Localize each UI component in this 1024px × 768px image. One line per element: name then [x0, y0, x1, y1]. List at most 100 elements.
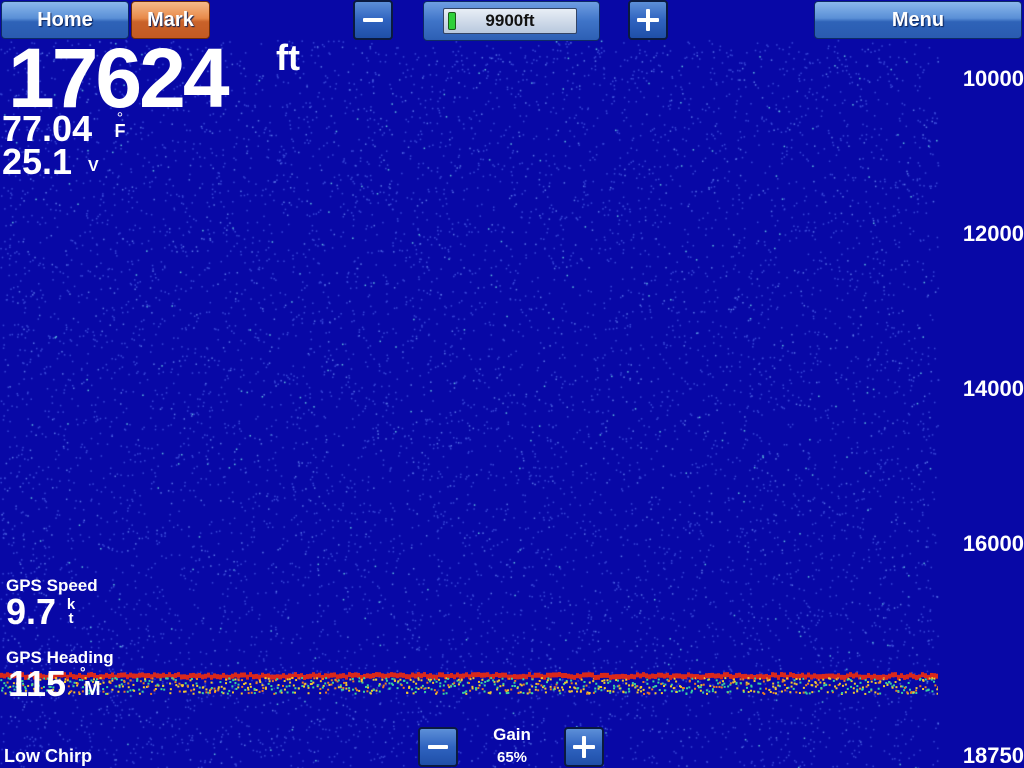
- bottom-return-speckle: [817, 690, 820, 693]
- bottom-return-strong: [618, 674, 621, 680]
- bottom-return-strong: [867, 673, 870, 679]
- bottom-return-speckle: [345, 681, 348, 684]
- bottom-return-speckle: [750, 685, 753, 688]
- bottom-return-strong: [210, 674, 213, 680]
- bottom-return-strong: [390, 672, 393, 678]
- bottom-return-strong: [3, 673, 6, 679]
- gain-minus-button[interactable]: [418, 727, 458, 767]
- bottom-return-strong: [780, 672, 783, 678]
- bottom-return-speckle: [469, 678, 472, 681]
- bottom-return-strong: [633, 674, 636, 680]
- bottom-return-strong: [267, 673, 270, 679]
- bottom-return-strong: [369, 673, 372, 679]
- bottom-return-strong: [279, 674, 282, 680]
- bottom-return-speckle: [846, 678, 849, 681]
- bottom-return-speckle: [120, 683, 123, 686]
- bottom-return-speckle: [633, 683, 636, 686]
- bottom-return-speckle: [724, 677, 727, 680]
- range-control[interactable]: 9900ft: [423, 1, 600, 41]
- bottom-return-speckle: [886, 683, 889, 686]
- bottom-return-speckle: [378, 684, 381, 687]
- bottom-return-speckle: [652, 686, 655, 689]
- bottom-return-speckle: [906, 691, 909, 694]
- bottom-return-speckle: [708, 678, 711, 681]
- bottom-return-strong: [327, 673, 330, 679]
- bottom-return-speckle: [465, 692, 468, 695]
- bottom-return-speckle: [433, 689, 436, 692]
- bottom-return-speckle: [153, 689, 156, 692]
- bottom-return-strong: [891, 672, 894, 678]
- bottom-return-strong: [831, 673, 834, 679]
- bottom-return-strong: [213, 673, 216, 679]
- bottom-return-speckle: [832, 679, 835, 682]
- bottom-return-strong: [237, 673, 240, 679]
- bottom-return-speckle: [861, 688, 864, 691]
- range-minus-button[interactable]: [353, 0, 393, 40]
- sonar-frequency-label: Low Chirp: [4, 746, 92, 766]
- bottom-return-speckle: [367, 686, 370, 689]
- bottom-return-strong: [498, 673, 501, 679]
- bottom-return-speckle: [327, 688, 330, 691]
- bottom-return-speckle: [594, 690, 597, 693]
- bottom-return-speckle: [298, 677, 301, 680]
- bottom-return-speckle: [663, 689, 666, 692]
- range-plus-button[interactable]: [628, 0, 668, 40]
- bottom-return-strong: [909, 672, 912, 678]
- bottom-return-speckle: [585, 692, 588, 695]
- menu-button[interactable]: Menu: [814, 1, 1022, 39]
- bottom-return-speckle: [307, 692, 310, 695]
- bottom-return-strong: [585, 672, 588, 678]
- bottom-return-strong: [648, 674, 651, 680]
- bottom-return-speckle: [478, 684, 481, 687]
- bottom-return-speckle: [192, 684, 195, 687]
- bottom-return-speckle: [303, 685, 306, 688]
- bottom-return-speckle: [123, 679, 126, 682]
- bottom-return-speckle: [852, 687, 855, 690]
- bottom-return-speckle: [892, 684, 895, 687]
- voltage-value: 25.1: [2, 141, 73, 182]
- bottom-return-strong: [639, 673, 642, 679]
- depth-scale-label: 16000: [962, 531, 1024, 556]
- bottom-return-speckle: [685, 687, 688, 690]
- bottom-return-speckle: [615, 679, 618, 682]
- depth-scale-label: 10000: [962, 66, 1024, 91]
- voltage-unit: V: [88, 158, 99, 175]
- bottom-return-speckle: [258, 679, 261, 682]
- bottom-return-speckle: [264, 687, 267, 690]
- bottom-return-speckle: [261, 684, 264, 687]
- bottom-return-speckle: [321, 677, 324, 680]
- water-temperature-unit: ° F: [112, 111, 128, 141]
- bottom-return-speckle: [546, 679, 549, 682]
- bottom-return-speckle: [757, 690, 760, 693]
- bottom-return-speckle: [759, 687, 762, 690]
- bottom-return-speckle: [499, 685, 502, 688]
- bottom-return-strong: [159, 673, 162, 679]
- bottom-return-speckle: [838, 682, 841, 685]
- bottom-return-strong: [645, 673, 648, 679]
- bottom-return-speckle: [588, 681, 591, 684]
- bottom-return-speckle: [867, 681, 870, 684]
- bottom-return-speckle: [726, 690, 729, 693]
- bottom-return-speckle: [924, 686, 927, 689]
- bottom-return-speckle: [609, 680, 612, 683]
- bottom-return-speckle: [253, 687, 256, 690]
- bottom-return-speckle: [385, 679, 388, 682]
- bottom-return-strong: [66, 674, 69, 680]
- bottom-return-speckle: [486, 679, 489, 682]
- bottom-return-speckle: [177, 685, 180, 688]
- bottom-return-strong: [933, 673, 936, 679]
- bottom-return-speckle: [382, 686, 385, 689]
- bottom-return-speckle: [651, 688, 654, 691]
- bottom-return-speckle: [762, 680, 765, 683]
- bottom-return-speckle: [612, 684, 615, 687]
- bottom-return-speckle: [922, 678, 925, 681]
- bottom-return-speckle: [804, 691, 807, 694]
- bottom-return-speckle: [768, 688, 771, 691]
- bottom-return-speckle: [570, 690, 573, 693]
- bottom-return-speckle: [142, 686, 145, 689]
- bottom-return-speckle: [118, 684, 121, 687]
- bottom-return-speckle: [369, 692, 372, 695]
- bottom-return-strong: [180, 674, 183, 680]
- bottom-return-speckle: [883, 685, 886, 688]
- gain-plus-button[interactable]: [564, 727, 604, 767]
